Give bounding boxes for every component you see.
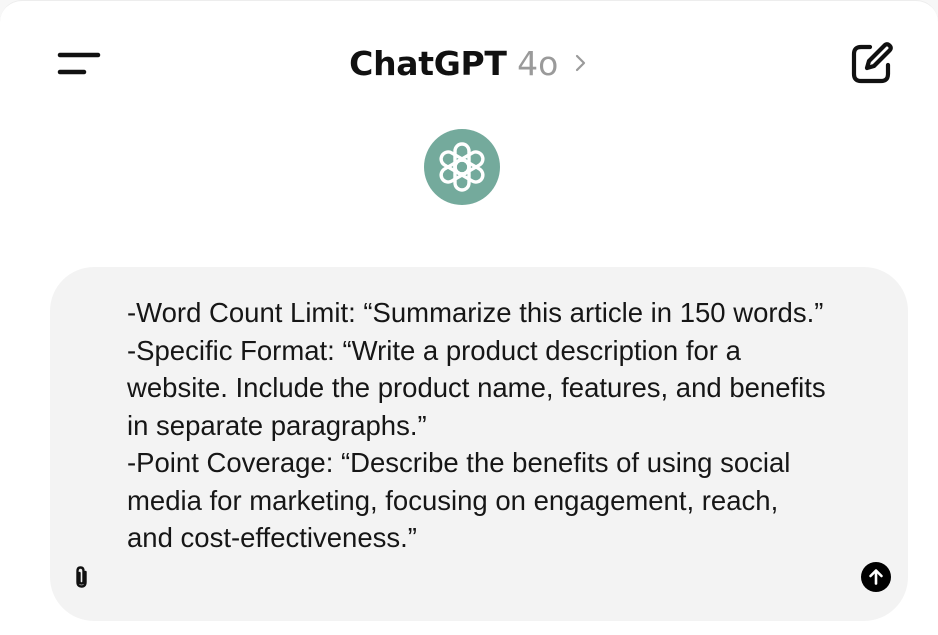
new-chat-button[interactable] [846,39,896,89]
menu-icon [57,52,101,75]
chevron-right-icon [575,54,585,71]
assistant-avatar [424,129,500,205]
message-input[interactable]: -Word Count Limit: “Summarize this artic… [127,294,827,557]
message-composer: -Word Count Limit: “Summarize this artic… [50,267,908,621]
app-title: ChatGPT [349,44,507,83]
chat-screen: ChatGPT 4o -Word Count Limit: “Summarize… [0,0,938,635]
model-name: 4o [517,44,559,83]
arrow-up-icon [869,569,883,585]
send-button[interactable] [861,562,891,592]
menu-button[interactable] [52,41,106,85]
model-selector[interactable]: ChatGPT 4o [349,41,589,87]
openai-logo-icon [439,142,485,192]
attach-button[interactable] [68,563,96,591]
paperclip-icon [76,566,87,588]
top-bar: ChatGPT 4o [0,1,938,126]
new-chat-icon [851,42,893,84]
title-bar: ChatGPT 4o [0,41,938,87]
